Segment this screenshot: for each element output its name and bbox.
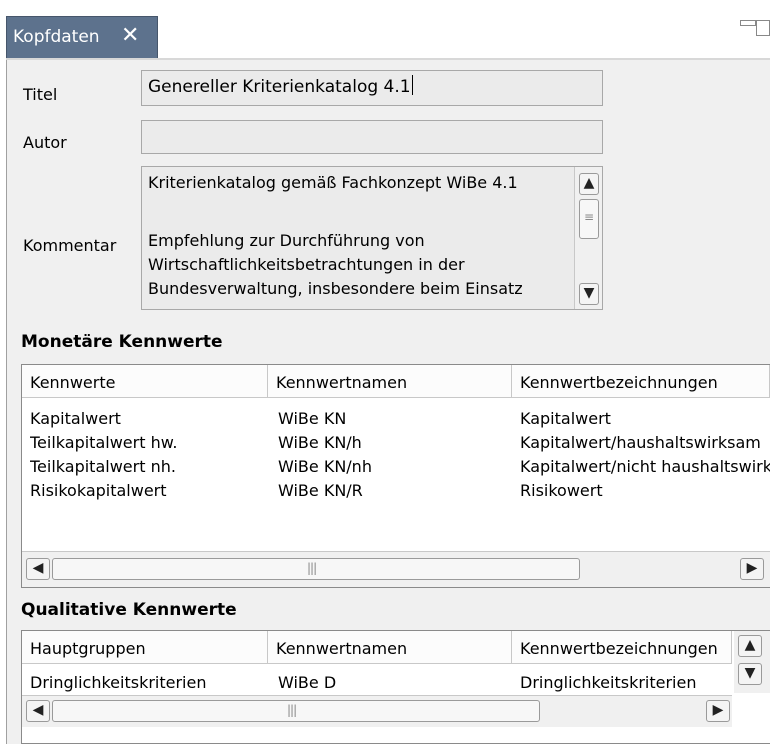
maximize-icon[interactable] <box>756 20 770 36</box>
chevron-left-icon[interactable]: ◀ <box>26 700 50 722</box>
comment-line: Empfehlung zur Durchführung von <box>148 231 425 250</box>
scroll-thumb[interactable]: ||| <box>52 700 540 722</box>
chevron-up-icon[interactable]: ▲ <box>579 173 599 195</box>
chevron-up-icon[interactable]: ▲ <box>738 635 762 657</box>
title-label: Titel <box>23 85 58 104</box>
comment-textarea[interactable]: Kriterienkatalog gemäß Fachkonzept WiBe … <box>141 166 603 310</box>
table-cell[interactable]: Risikowert <box>520 481 770 500</box>
table-cell[interactable]: Kapitalwert/haushaltswirksam <box>520 433 770 452</box>
table-cell[interactable]: WiBe KN/nh <box>278 457 508 476</box>
qualitative-section-title: Qualitative Kennwerte <box>21 600 237 620</box>
comment-label: Kommentar <box>23 236 117 255</box>
table-cell[interactable]: WiBe KN/h <box>278 433 508 452</box>
table-cell[interactable]: Teilkapitalwert hw. <box>30 433 266 452</box>
table-cell[interactable]: Kapitalwert <box>30 409 266 428</box>
table-cell[interactable]: Dringlichkeitskriterien <box>520 673 732 692</box>
text-caret <box>411 75 413 95</box>
column-header[interactable]: Kennwertnamen <box>268 631 512 664</box>
scroll-thumb[interactable]: ≡ <box>579 199 599 239</box>
table-cell[interactable]: Kapitalwert <box>520 409 770 428</box>
column-header[interactable]: Hauptgruppen <box>22 631 268 664</box>
column-header[interactable]: Kennwertbezeichnungen <box>512 365 770 398</box>
close-icon[interactable]: ✕ <box>121 23 139 48</box>
table-cell[interactable]: Kapitalwert/nicht haushaltswirksam <box>520 457 770 476</box>
chevron-left-icon[interactable]: ◀ <box>26 558 50 580</box>
monetary-horizontal-scrollbar[interactable]: ◀ ||| ▶ <box>22 551 770 587</box>
title-value: Genereller Kriterienkatalog 4.1 <box>148 77 411 97</box>
comment-line: Kriterienkatalog gemäß Fachkonzept WiBe … <box>148 173 518 192</box>
table-cell[interactable]: Risikokapitalwert <box>30 481 266 500</box>
monetary-section-title: Monetäre Kennwerte <box>21 332 223 352</box>
monetary-table: Kennwerte Kennwertnamen Kennwertbezeichn… <box>21 364 770 588</box>
author-label: Autor <box>23 133 67 152</box>
comment-line: Bundesverwaltung, insbesondere beim Eins… <box>148 279 523 298</box>
author-field[interactable] <box>141 120 603 154</box>
table-cell[interactable]: Dringlichkeitskriterien <box>30 673 266 692</box>
chevron-right-icon[interactable]: ▶ <box>706 700 730 722</box>
tab-label: Kopfdaten <box>13 27 100 47</box>
tab-kopfdaten[interactable]: Kopfdaten ✕ <box>6 16 158 60</box>
comment-vertical-scrollbar[interactable]: ▲ ≡ ▼ <box>574 167 602 309</box>
chevron-right-icon[interactable]: ▶ <box>740 558 764 580</box>
qualitative-table: Hauptgruppen Kennwertnamen Kennwertbezei… <box>21 630 770 744</box>
column-header[interactable]: Kennwertbezeichnungen <box>512 631 732 664</box>
comment-line: Wirtschaftlichkeitsbetrachtungen in der <box>148 255 465 274</box>
editor-window: Kopfdaten ✕ Titel Genereller Kriterienka… <box>0 0 770 744</box>
scroll-thumb[interactable]: ||| <box>52 558 580 580</box>
column-header[interactable]: Kennwertnamen <box>268 365 512 398</box>
chevron-down-icon[interactable]: ▼ <box>738 663 762 685</box>
title-field[interactable]: Genereller Kriterienkatalog 4.1 <box>141 70 603 106</box>
minimize-icon[interactable] <box>740 20 756 26</box>
column-header[interactable]: Kennwerte <box>22 365 268 398</box>
grip-icon: ||| <box>307 561 317 575</box>
chevron-down-icon[interactable]: ▼ <box>579 283 599 305</box>
grip-icon: ≡ <box>584 210 594 224</box>
table-cell[interactable]: Teilkapitalwert nh. <box>30 457 266 476</box>
qualitative-horizontal-scrollbar[interactable]: ◀ ||| ▶ <box>22 695 732 727</box>
table-cell[interactable]: WiBe D <box>278 673 508 692</box>
table-cell[interactable]: WiBe KN/R <box>278 481 508 500</box>
table-cell[interactable]: WiBe KN <box>278 409 508 428</box>
tab-bar: Kopfdaten ✕ <box>6 2 770 60</box>
qualitative-vertical-scrollbar[interactable]: ▲ ▼ <box>734 631 770 693</box>
kopfdaten-panel: Titel Genereller Kriterienkatalog 4.1 Au… <box>6 60 770 744</box>
grip-icon: ||| <box>287 703 297 717</box>
